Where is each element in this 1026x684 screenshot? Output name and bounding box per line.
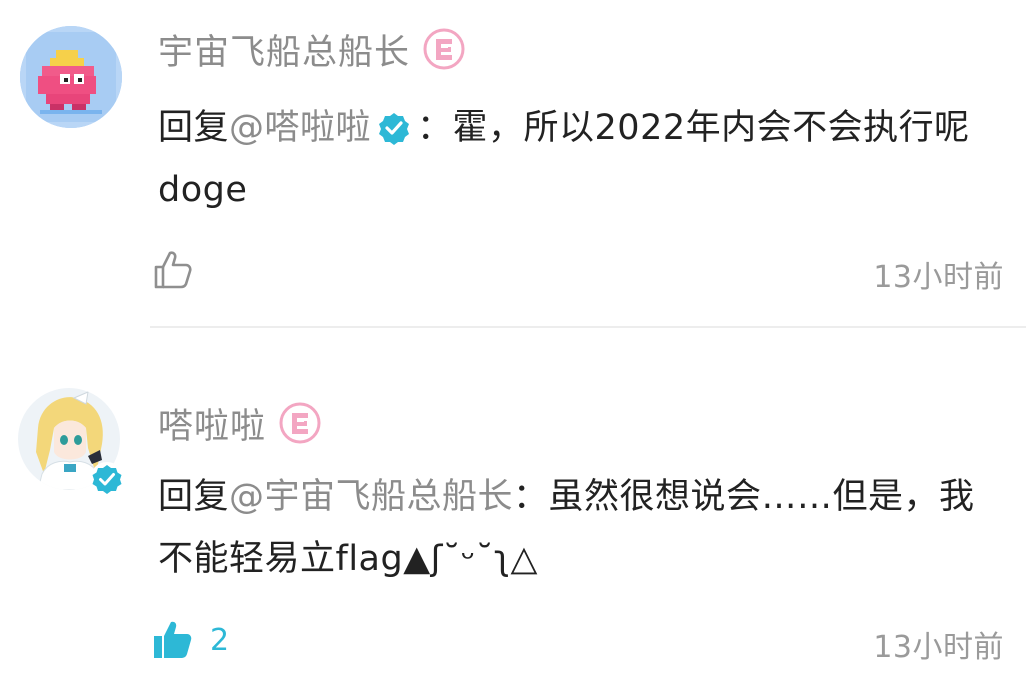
reply-prefix: 回复 (158, 108, 230, 148)
comment-footer: 2 13小时前 (150, 616, 1004, 665)
avatar-image (20, 26, 122, 128)
divider (150, 326, 1026, 328)
thumbs-up-icon (150, 247, 196, 293)
timestamp: 13小时前 (873, 260, 1004, 295)
comment-content: 回复@宇宙飞船总船长：虽然很想说会……但是，我不能轻易立flag▲ʃ˘ᵕ˘ʅ△ (158, 466, 988, 590)
like-button[interactable] (150, 246, 210, 294)
reply-prefix: 回复 (158, 477, 230, 517)
comment-item: 宇宙飞船总船长 回复@嗒啦啦 ：霍，所以2022年内会不会执行呢doge 13小时… (0, 0, 1026, 326)
comment-content: 回复@嗒啦啦 ：霍，所以2022年内会不会执行呢doge (158, 97, 988, 221)
avatar[interactable] (20, 26, 122, 128)
thumbs-up-filled-icon (150, 617, 196, 663)
level-badge-icon (278, 401, 322, 445)
level-badge-icon (422, 27, 466, 71)
username[interactable]: 嗒啦啦 (158, 398, 266, 449)
comment-footer: 13小时前 (150, 246, 1004, 295)
comment-item: 嗒啦啦 回复@宇宙飞船总船长：虽然很想说会……但是，我不能轻易立flag▲ʃ˘ᵕ… (0, 330, 1026, 684)
username-row: 宇宙飞船总船长 (158, 24, 466, 75)
mention-link[interactable]: @嗒啦啦 (229, 108, 371, 148)
timestamp: 13小时前 (873, 630, 1004, 665)
like-button[interactable]: 2 (150, 616, 229, 664)
verified-icon (377, 111, 411, 145)
username-row: 嗒啦啦 (158, 398, 322, 449)
mention-link[interactable]: @宇宙飞船总船长 (229, 477, 513, 517)
username[interactable]: 宇宙飞船总船长 (158, 24, 410, 75)
like-count: 2 (210, 622, 230, 658)
verified-icon (90, 462, 124, 496)
